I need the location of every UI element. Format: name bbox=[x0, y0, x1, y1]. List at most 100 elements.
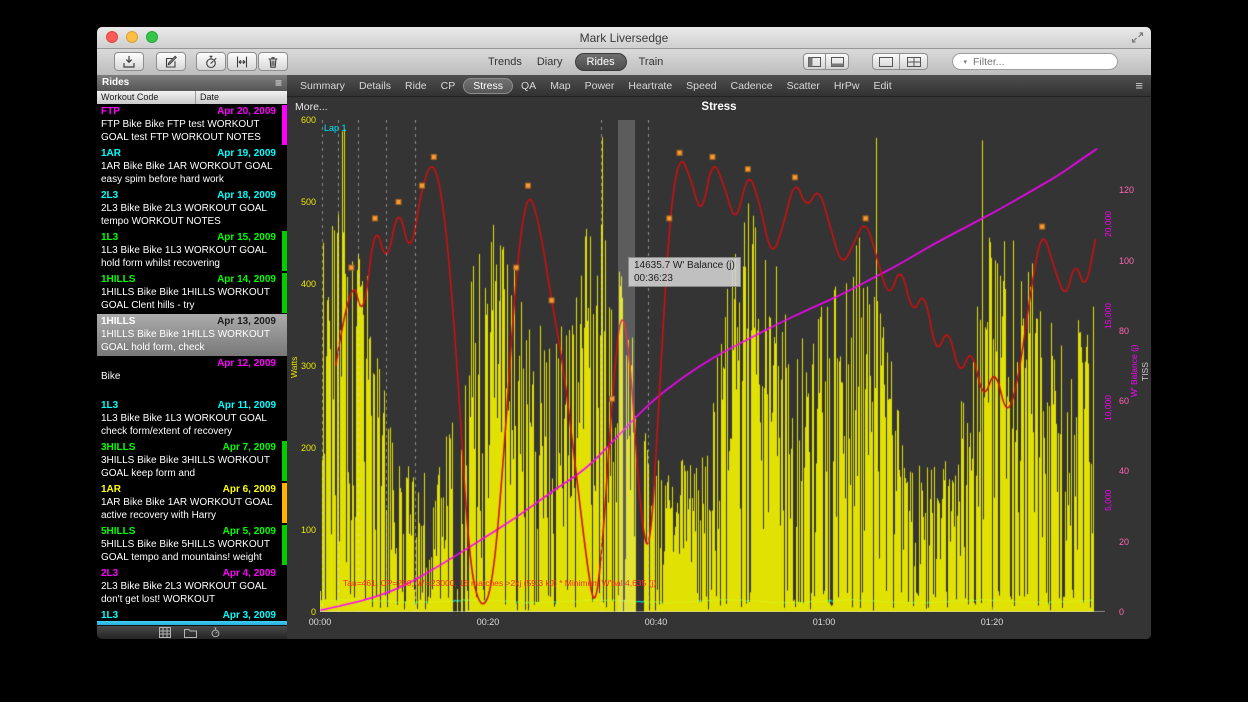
chart-menu-icon[interactable]: ≡ bbox=[1135, 78, 1145, 93]
ride-date: Apr 18, 2009 bbox=[217, 189, 276, 202]
tiss-axis-tick: 0 bbox=[1119, 607, 1145, 617]
toggle-bottom-pane-button[interactable] bbox=[826, 53, 849, 70]
ride-description: 5HILLS Bike Bike 5HILLS WORKOUT GOAL tem… bbox=[101, 538, 276, 564]
ride-date: Apr 20, 2009 bbox=[217, 105, 276, 118]
pane-toggle-group bbox=[803, 53, 849, 70]
ride-date: Apr 5, 2009 bbox=[223, 525, 276, 538]
stopwatch-icon bbox=[204, 55, 218, 69]
sidebar-header: Rides ≡ bbox=[97, 75, 287, 91]
tab-ride[interactable]: Ride bbox=[399, 78, 433, 94]
nav-trends[interactable]: Trends bbox=[485, 54, 525, 70]
ride-row-head: 3HILLS Apr 7, 2009 bbox=[101, 441, 276, 454]
ride-row-head: 1L3 Apr 11, 2009 bbox=[101, 399, 276, 412]
folder-icon[interactable] bbox=[184, 627, 197, 638]
ride-row[interactable]: 2L3 Apr 4, 2009 2L3 Bike Bike 2L3 WORKOU… bbox=[97, 566, 287, 608]
tooltip-value: 14635.7 W' Balance (j) bbox=[634, 259, 735, 272]
layout-toggle-group bbox=[872, 53, 928, 70]
ride-code: 5HILLS bbox=[101, 525, 135, 538]
delete-ride-button[interactable] bbox=[258, 52, 288, 71]
tab-details[interactable]: Details bbox=[353, 78, 397, 94]
y-axis-tick: 0 bbox=[287, 607, 316, 617]
x-axis-tick: 01:20 bbox=[972, 617, 1012, 627]
ride-date: Apr 15, 2009 bbox=[217, 231, 276, 244]
tab-edit[interactable]: Edit bbox=[868, 78, 898, 94]
tab-speed[interactable]: Speed bbox=[680, 78, 722, 94]
tab-map[interactable]: Map bbox=[544, 78, 576, 94]
tab-stress[interactable]: Stress bbox=[463, 78, 513, 94]
ride-row[interactable]: 2L3 Apr 18, 2009 2L3 Bike Bike 2L3 WORKO… bbox=[97, 188, 287, 230]
tab-summary[interactable]: Summary bbox=[294, 78, 351, 94]
ride-date: Apr 13, 2009 bbox=[217, 315, 276, 328]
tab-cp[interactable]: CP bbox=[435, 78, 462, 94]
filter-field[interactable]: ▾ bbox=[952, 53, 1118, 70]
ride-date: Apr 12, 2009 bbox=[217, 357, 276, 370]
import-ride-button[interactable] bbox=[114, 52, 144, 71]
ride-code: 2L3 bbox=[101, 189, 118, 202]
window-title: Mark Liversedge bbox=[97, 31, 1151, 45]
ride-description: FTP Bike Bike FTP test WORKOUT GOAL test… bbox=[101, 118, 276, 144]
desktop-background: Mark Liversedge Trends Diary Rides Train bbox=[0, 0, 1248, 702]
content: Rides ≡ Workout Code Date FTP Apr 20, 20… bbox=[97, 75, 1151, 639]
toggle-sidebar-button[interactable] bbox=[803, 53, 826, 70]
ride-date: Apr 14, 2009 bbox=[217, 273, 276, 286]
tab-qa[interactable]: QA bbox=[515, 78, 542, 94]
ride-row-head: Apr 12, 2009 bbox=[101, 357, 276, 370]
filter-input[interactable] bbox=[971, 55, 1110, 69]
table-view-icon[interactable] bbox=[159, 627, 171, 638]
ride-row[interactable]: 1AR Apr 19, 2009 1AR Bike Bike 1AR WORKO… bbox=[97, 146, 287, 188]
ride-row[interactable]: 1HILLS Apr 14, 2009 1HILLS Bike Bike 1HI… bbox=[97, 272, 287, 314]
ride-row-head: 1L3 Apr 15, 2009 bbox=[101, 231, 276, 244]
ride-description: 2L3 Bike Bike 2L3 WORKOUT GOAL don't get… bbox=[101, 580, 276, 606]
wbal-axis-label: W' Balance (j) bbox=[1129, 325, 1139, 417]
tab-hrpw[interactable]: HrPw bbox=[828, 78, 866, 94]
y-axis-tick: 100 bbox=[287, 525, 316, 535]
split-ride-button[interactable] bbox=[196, 52, 226, 71]
edit-ride-button[interactable] bbox=[156, 52, 186, 71]
column-workout-code[interactable]: Workout Code bbox=[97, 91, 196, 104]
ride-row[interactable]: FTP Apr 20, 2009 FTP Bike Bike FTP test … bbox=[97, 104, 287, 146]
ride-description: 1AR Bike Bike 1AR WORKOUT GOAL active re… bbox=[101, 496, 276, 522]
ride-description: 1L3 Bike Bike 1L3 WORKOUT GOAL check for… bbox=[101, 412, 276, 438]
sidebar-menu-icon[interactable]: ≡ bbox=[275, 75, 282, 91]
nav-rides[interactable]: Rides bbox=[575, 53, 627, 71]
y-axis-tick: 600 bbox=[287, 115, 316, 125]
trash-icon bbox=[266, 55, 280, 69]
stress-plot-canvas[interactable] bbox=[320, 120, 1105, 612]
ride-row[interactable]: 1L3 Apr 15, 2009 1L3 Bike Bike 1L3 WORKO… bbox=[97, 230, 287, 272]
ride-date: Apr 19, 2009 bbox=[217, 147, 276, 160]
y-axis-label: Watts bbox=[289, 337, 299, 397]
tab-heartrate[interactable]: Heartrate bbox=[622, 78, 678, 94]
fullscreen-icon[interactable] bbox=[1131, 31, 1144, 44]
ride-description: 1HILLS Bike Bike 1HILLS WORKOUT GOAL Cle… bbox=[101, 286, 276, 312]
wbal-axis-tick: 10,000 bbox=[1103, 386, 1113, 430]
single-view-button[interactable] bbox=[872, 53, 900, 70]
nav-diary[interactable]: Diary bbox=[534, 54, 566, 70]
column-date[interactable]: Date bbox=[196, 91, 287, 104]
tab-scatter[interactable]: Scatter bbox=[781, 78, 826, 94]
wbal-axis-tick: 20,000 bbox=[1103, 202, 1113, 246]
ride-code: FTP bbox=[101, 105, 120, 118]
chart-title: Stress bbox=[287, 101, 1151, 113]
ride-row-head: 2L3 Apr 18, 2009 bbox=[101, 189, 276, 202]
filter-caret-icon: ▾ bbox=[963, 58, 967, 66]
chart-tabbar: SummaryDetailsRideCPStressQAMapPowerHear… bbox=[287, 75, 1151, 97]
tiled-view-button[interactable] bbox=[900, 53, 928, 70]
ride-row[interactable]: 1HILLS Apr 13, 2009 1HILLS Bike Bike 1HI… bbox=[97, 314, 287, 356]
ride-row[interactable]: 1L3 Apr 11, 2009 1L3 Bike Bike 1L3 WORKO… bbox=[97, 398, 287, 440]
find-intervals-button[interactable] bbox=[227, 52, 257, 71]
ride-row[interactable]: 5HILLS Apr 5, 2009 5HILLS Bike Bike 5HIL… bbox=[97, 524, 287, 566]
ride-row[interactable]: 1AR Apr 6, 2009 1AR Bike Bike 1AR WORKOU… bbox=[97, 482, 287, 524]
rides-sidebar: Rides ≡ Workout Code Date FTP Apr 20, 20… bbox=[97, 75, 287, 639]
nav-train[interactable]: Train bbox=[636, 54, 667, 70]
ride-code: 1L3 bbox=[101, 231, 118, 244]
sidebar-pane-icon bbox=[808, 57, 821, 67]
stopwatch-small-icon[interactable] bbox=[210, 627, 221, 638]
ride-row-head: 1HILLS Apr 13, 2009 bbox=[101, 315, 276, 328]
tab-power[interactable]: Power bbox=[579, 78, 621, 94]
tab-cadence[interactable]: Cadence bbox=[725, 78, 779, 94]
filter-funnel-icon bbox=[960, 56, 961, 67]
lap-label: Lap 1 bbox=[324, 123, 347, 133]
ride-date: Apr 6, 2009 bbox=[223, 483, 276, 496]
ride-row[interactable]: Apr 12, 2009 Bike bbox=[97, 356, 287, 398]
ride-row[interactable]: 3HILLS Apr 7, 2009 3HILLS Bike Bike 3HIL… bbox=[97, 440, 287, 482]
